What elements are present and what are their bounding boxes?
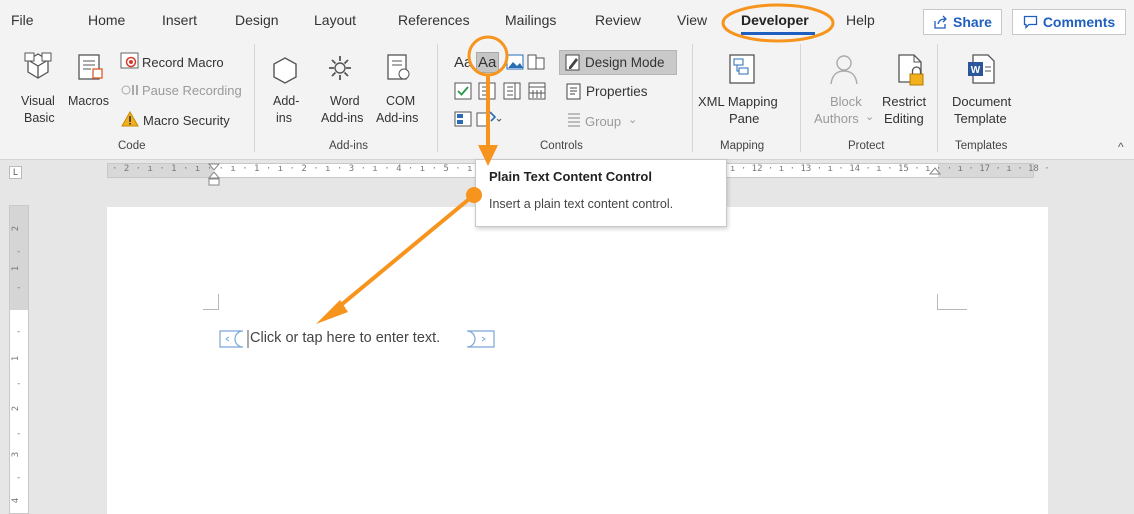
tab-design[interactable]: Design xyxy=(235,12,279,28)
group-separator xyxy=(254,44,255,152)
vertical-ruler-margin-shade xyxy=(10,206,28,310)
comments-button[interactable]: Comments xyxy=(1012,9,1126,35)
collapse-ribbon-icon[interactable]: ^ xyxy=(1118,140,1124,155)
gear-icon[interactable] xyxy=(325,52,355,84)
word-document-icon[interactable]: W xyxy=(965,52,997,86)
tooltip-description: Insert a plain text content control. xyxy=(489,197,674,211)
group-separator xyxy=(800,44,801,152)
document-page[interactable] xyxy=(107,207,1048,514)
share-button[interactable]: Share xyxy=(923,9,1002,35)
dropdown-list-icon[interactable] xyxy=(503,82,521,100)
tab-home[interactable]: Home xyxy=(88,12,125,28)
group-label: Group xyxy=(585,114,622,129)
comment-icon xyxy=(1023,15,1037,29)
ruler-ticks-right: ı · 12 · ı · 13 · ı · 14 · ı · 15 · ı · … xyxy=(730,164,1050,174)
group-label-templates: Templates xyxy=(955,140,1008,152)
pause-recording-icon xyxy=(121,83,139,97)
group-label-addins: Add-ins xyxy=(329,140,368,152)
design-mode-label: Design Mode xyxy=(585,55,665,70)
ruler-ticks-left: · 2 · ı · 1 · ı · · ı · 1 · ı · 2 · ı · … xyxy=(112,164,474,174)
crop-mark xyxy=(937,294,967,310)
macros-label: Macros xyxy=(68,94,109,108)
visual-basic-icon[interactable] xyxy=(22,50,54,82)
comments-label: Comments xyxy=(1042,14,1116,30)
block-authors-label-1: Block xyxy=(830,94,862,109)
visual-basic-label-2: Basic xyxy=(24,111,55,125)
combo-box-icon[interactable] xyxy=(478,82,496,100)
record-macro-label[interactable]: Record Macro xyxy=(142,55,224,70)
xml-mapping-label-1: XML Mapping xyxy=(698,94,778,109)
properties-icon[interactable] xyxy=(566,83,582,100)
building-block-icon[interactable] xyxy=(527,53,545,71)
date-picker-icon[interactable] xyxy=(528,82,546,100)
chevron-down-icon: ⌄ xyxy=(865,111,875,123)
tab-help[interactable]: Help xyxy=(846,12,875,28)
group-separator xyxy=(692,44,693,152)
pause-recording-label: Pause Recording xyxy=(142,83,242,98)
word-addins-label-2: Add-ins xyxy=(321,111,364,125)
tab-file[interactable]: File xyxy=(11,12,34,28)
group-label-protect: Protect xyxy=(848,140,885,152)
lock-document-icon[interactable] xyxy=(896,52,926,88)
indent-marker-icon[interactable] xyxy=(208,163,220,187)
record-macro-icon[interactable] xyxy=(120,52,140,70)
document-template-label-2: Template xyxy=(954,111,1007,126)
repeating-section-icon[interactable] xyxy=(454,110,472,128)
group-label-code: Code xyxy=(118,140,146,152)
share-icon xyxy=(934,15,947,29)
addins-label-1: Add- xyxy=(273,94,300,108)
tab-references[interactable]: References xyxy=(398,12,470,28)
properties-label[interactable]: Properties xyxy=(586,84,648,99)
xml-mapping-label-2: Pane xyxy=(729,111,760,126)
checkbox-control-icon[interactable] xyxy=(454,82,472,100)
xml-mapping-icon[interactable] xyxy=(727,52,757,86)
com-addins-label-1: COM xyxy=(386,94,416,108)
group-separator xyxy=(437,44,438,152)
legacy-tools-icon[interactable] xyxy=(476,110,502,128)
tab-view[interactable]: View xyxy=(677,12,707,28)
block-authors-label-2: Authors xyxy=(814,111,859,126)
group-icon xyxy=(566,112,582,129)
plain-text-control-label: Aa xyxy=(478,54,497,71)
group-label-mapping: Mapping xyxy=(720,140,765,152)
restrict-editing-label-2: Editing xyxy=(884,111,924,126)
tab-insert[interactable]: Insert xyxy=(162,12,197,28)
right-indent-marker-icon[interactable] xyxy=(929,167,941,177)
addins-label-2: ins xyxy=(276,111,292,125)
share-label: Share xyxy=(953,14,992,30)
active-tab-indicator xyxy=(741,32,815,35)
content-control-end-tag[interactable] xyxy=(459,328,495,350)
tab-layout[interactable]: Layout xyxy=(314,12,356,28)
tab-mailings[interactable]: Mailings xyxy=(505,12,556,28)
content-control-start-tag[interactable] xyxy=(219,328,249,350)
restrict-editing-label-1: Restrict xyxy=(882,94,927,109)
com-addins-label-2: Add-ins xyxy=(376,111,419,125)
macro-security-label[interactable]: Macro Security xyxy=(143,113,230,128)
tab-review[interactable]: Review xyxy=(595,12,641,28)
addins-icon[interactable] xyxy=(270,55,300,87)
word-addins-label-1: Word xyxy=(330,94,360,108)
tab-selector-icon[interactable]: L xyxy=(9,166,22,179)
visual-basic-label-1: Visual xyxy=(21,94,55,108)
chevron-down-icon: ⌄ xyxy=(628,114,638,126)
group-separator xyxy=(937,44,938,152)
design-mode-icon xyxy=(565,54,581,71)
macros-icon[interactable] xyxy=(76,52,106,84)
svg-text:W: W xyxy=(971,65,981,76)
group-label-controls: Controls xyxy=(540,140,583,152)
crop-mark xyxy=(203,294,219,310)
com-addins-icon[interactable] xyxy=(385,52,413,84)
content-control-placeholder[interactable]: Click or tap here to enter text. xyxy=(250,330,440,346)
block-authors-icon xyxy=(827,52,861,86)
tab-developer[interactable]: Developer xyxy=(741,12,809,28)
picture-control-icon[interactable] xyxy=(506,53,524,71)
document-template-label-1: Document xyxy=(952,94,1012,109)
rich-text-control-button[interactable]: Aa xyxy=(454,55,472,70)
tooltip-title: Plain Text Content Control xyxy=(489,169,652,184)
warning-icon xyxy=(121,111,139,127)
